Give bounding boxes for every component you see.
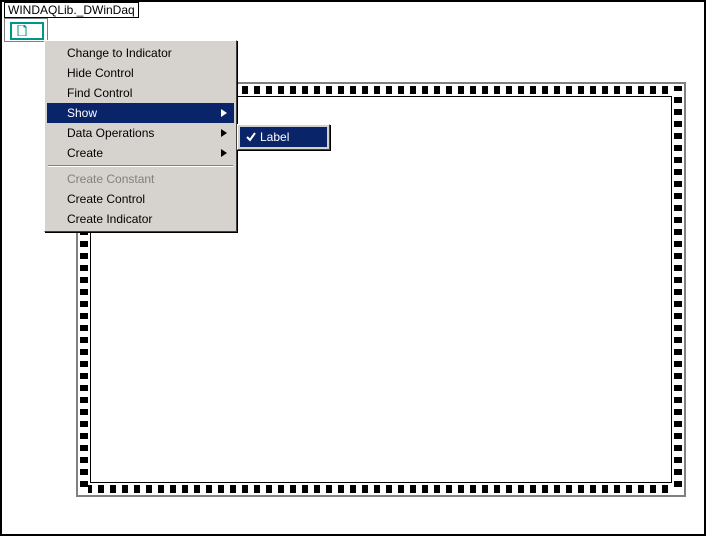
menu-item-label: Create Indicator: [67, 212, 152, 226]
filmstrip-border: [674, 86, 682, 493]
menu-item-show[interactable]: Show: [47, 103, 234, 123]
submenu-arrow-icon: [220, 123, 228, 143]
submenu-arrow-icon: [220, 143, 228, 163]
menu-item-label: Change to Indicator: [67, 46, 172, 60]
menu-item-label: Create: [67, 146, 103, 160]
diagram-canvas: WINDAQLib._DWinDaq Change to Indicator H…: [0, 0, 706, 536]
menu-item-create-constant: Create Constant: [47, 169, 234, 189]
menu-item-create-control[interactable]: Create Control: [47, 189, 234, 209]
control-terminal-frame: [10, 22, 44, 40]
menu-item-create-indicator[interactable]: Create Indicator: [47, 209, 234, 229]
menu-item-label: Show: [67, 106, 97, 120]
submenu-show: Label: [237, 124, 330, 150]
menu-item-label: Hide Control: [67, 66, 134, 80]
menu-item-label: Data Operations: [67, 126, 154, 140]
filmstrip-border: [80, 485, 682, 493]
menu-item-label: Find Control: [67, 86, 132, 100]
check-icon: [244, 127, 258, 147]
menu-item-find-control[interactable]: Find Control: [47, 83, 234, 103]
submenu-item-text: Label: [260, 130, 289, 144]
submenu-item-label[interactable]: Label: [240, 127, 327, 147]
menu-separator: [48, 165, 233, 167]
menu-item-label: Create Constant: [67, 172, 154, 186]
menu-item-data-operations[interactable]: Data Operations: [47, 123, 234, 143]
control-terminal[interactable]: [4, 18, 48, 42]
control-label[interactable]: WINDAQLib._DWinDaq: [4, 2, 139, 18]
submenu-arrow-icon: [220, 103, 228, 123]
menu-item-hide-control[interactable]: Hide Control: [47, 63, 234, 83]
document-icon: [17, 25, 27, 36]
menu-item-create[interactable]: Create: [47, 143, 234, 163]
menu-item-label: Create Control: [67, 192, 145, 206]
menu-item-change-to-indicator[interactable]: Change to Indicator: [47, 43, 234, 63]
context-menu: Change to Indicator Hide Control Find Co…: [44, 40, 237, 232]
